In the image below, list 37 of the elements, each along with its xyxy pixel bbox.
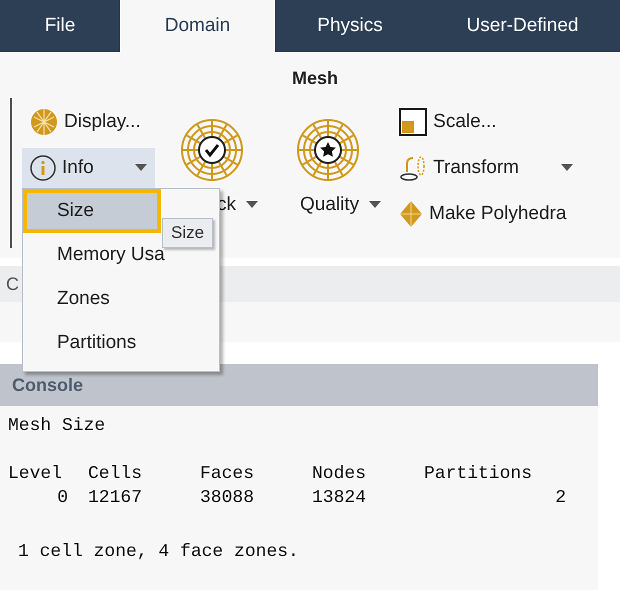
menu-item[interactable]: Partitions (23, 321, 219, 365)
console-title: Console (12, 374, 84, 396)
ribbon-tab[interactable]: Domain (120, 0, 275, 52)
console-summary: 1 cell zone, 4 face zones. (17, 542, 300, 562)
console-heading: Mesh Size (8, 416, 106, 436)
quality-button[interactable]: Quality (268, 98, 388, 248)
scale-icon (399, 108, 428, 136)
table-cell-text: 38088 (200, 488, 256, 508)
panel-title: C (6, 274, 19, 294)
display-button[interactable]: Display... (22, 102, 155, 142)
column-header: Partitions (424, 464, 534, 484)
check-mesh-icon (180, 118, 244, 182)
table-cell-text: 2 (554, 488, 567, 508)
sphere-icon (30, 108, 58, 136)
menu-item[interactable]: Size (23, 189, 161, 233)
caret-icon (369, 201, 382, 209)
make-polyhedra-button[interactable]: Make Polyhedra (391, 194, 582, 234)
column-header: Nodes (312, 464, 368, 484)
caret-icon (246, 201, 258, 209)
column-header: Faces (200, 464, 256, 484)
quality-icon (296, 118, 360, 182)
caret-icon (135, 164, 147, 172)
table-cell-text: 13824 (312, 488, 368, 508)
table-cell-text: 12167 (88, 488, 144, 508)
transform-icon (399, 154, 428, 182)
column-header: Cells (88, 464, 144, 484)
scale-button[interactable]: Scale... (391, 102, 582, 142)
info-button[interactable]: Info (22, 148, 155, 188)
table-cell-text: 0 (56, 488, 69, 508)
tooltip: Size (162, 218, 214, 248)
transform-button[interactable]: Transform (391, 148, 582, 188)
diamond-icon (399, 200, 424, 228)
info-icon (30, 155, 56, 181)
column-header: Level (8, 464, 64, 484)
menu-item[interactable]: Zones (23, 277, 219, 321)
caret-icon (561, 164, 574, 172)
group-title: Mesh (292, 68, 338, 88)
